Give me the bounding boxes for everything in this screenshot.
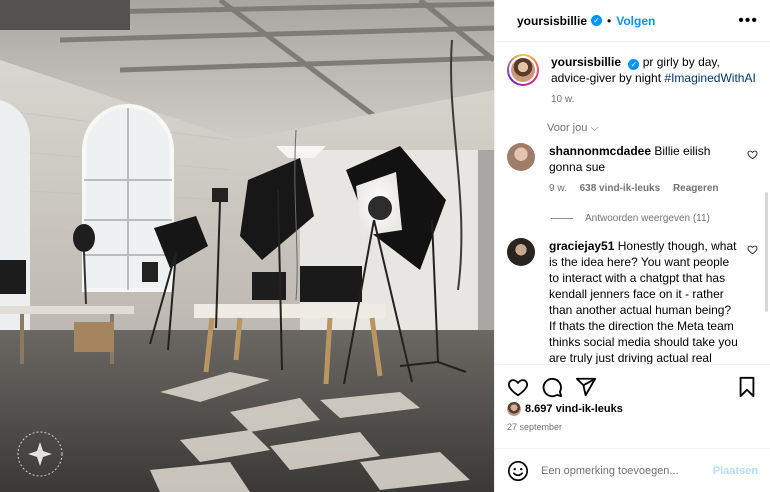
imagined-with-ai-badge — [17, 431, 63, 477]
author-avatar-ring[interactable] — [507, 54, 539, 86]
comment-username[interactable]: graciejay51 — [549, 239, 614, 253]
caption-body: yoursisbillie ✓ pr girly by day, advice-… — [551, 54, 756, 108]
comments-scrollbar[interactable] — [765, 192, 768, 312]
comments-scroll-area[interactable]: yoursisbillie ✓ pr girly by day, advice-… — [495, 42, 770, 364]
more-options-icon[interactable]: ••• — [738, 12, 758, 30]
caption-age[interactable]: 10 w. — [551, 92, 756, 108]
share-send-icon[interactable] — [575, 376, 597, 398]
caption-verified-badge-icon: ✓ — [628, 59, 640, 70]
likers-avatar — [507, 402, 521, 416]
caption-hashtag-link[interactable]: #ImaginedWithAI — [664, 71, 755, 85]
studio-photo — [0, 0, 494, 492]
verified-badge-icon: ✓ — [591, 15, 603, 26]
comment-username[interactable]: shannonmcdadee — [549, 144, 651, 158]
view-replies-label: Antwoorden weergeven (11) — [585, 213, 710, 224]
author-avatar[interactable] — [509, 56, 537, 84]
comment-item: graciejay51 Honestly though, what is the… — [495, 238, 770, 364]
comment-item: shannonmcdadee Billie eilish gonna sue 9… — [495, 143, 770, 197]
post-image[interactable] — [0, 0, 494, 492]
separator-dot: • — [607, 13, 612, 28]
caption-username[interactable]: yoursisbillie — [551, 55, 621, 69]
comment-avatar[interactable] — [507, 143, 535, 171]
like-heart-icon[interactable] — [507, 376, 529, 398]
post-date[interactable]: 27 september — [507, 422, 562, 432]
emoji-picker-icon[interactable] — [507, 460, 529, 482]
comment-likes[interactable]: 638 vind-ik-leuks — [580, 183, 661, 194]
add-comment-input[interactable] — [541, 464, 713, 477]
header-username[interactable]: yoursisbillie — [517, 14, 587, 28]
for-you-filter-dropdown[interactable]: Voor jou ⌵ — [547, 122, 770, 135]
post-header: yoursisbillie ✓ • Volgen ••• — [495, 0, 770, 42]
comment-meta: 9 w. 638 vind-ik-leuks Reageren — [549, 181, 739, 197]
add-comment-bar: Plaatsen — [495, 448, 770, 492]
comment-body: shannonmcdadee Billie eilish gonna sue 9… — [549, 143, 739, 197]
likes-count[interactable]: 8.697 vind-ik-leuks — [507, 402, 623, 416]
replies-line-divider — [551, 218, 573, 219]
comment-avatar[interactable] — [507, 238, 535, 266]
comment-text: Honestly though, what is the idea here? … — [549, 239, 738, 364]
comment-like-heart-icon[interactable] — [747, 149, 758, 160]
post-caption: yoursisbillie ✓ pr girly by day, advice-… — [495, 42, 770, 108]
post-comment-button[interactable]: Plaatsen — [713, 465, 758, 477]
reply-button[interactable]: Reageren — [673, 183, 719, 194]
follow-button[interactable]: Volgen — [616, 14, 655, 28]
comment-body: graciejay51 Honestly though, what is the… — [549, 238, 739, 364]
post-panel: yoursisbillie ✓ • Volgen ••• yoursisbill… — [494, 0, 770, 492]
view-replies-button[interactable]: Antwoorden weergeven (11) — [551, 213, 770, 224]
likes-count-text[interactable]: 8.697 vind-ik-leuks — [525, 403, 623, 415]
save-bookmark-icon[interactable] — [736, 376, 758, 398]
comment-bubble-icon[interactable] — [541, 376, 563, 398]
comment-like-heart-icon[interactable] — [747, 244, 758, 255]
comment-age[interactable]: 9 w. — [549, 183, 567, 194]
